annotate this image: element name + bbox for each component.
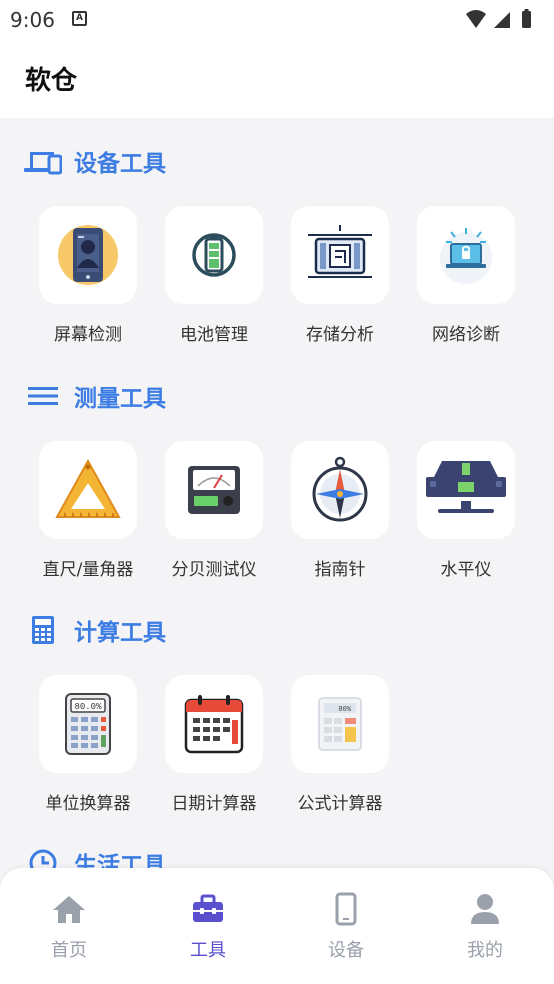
tool-label: 水平仪 xyxy=(440,560,492,580)
signal-icon xyxy=(494,12,510,28)
tool-icon-box[interactable] xyxy=(291,441,389,539)
formula-calculator-icon: 80% xyxy=(318,697,362,751)
tool-label: 直尺/量角器 xyxy=(42,560,134,580)
tool-label: 分贝测试仪 xyxy=(171,560,257,580)
decibel-meter-icon xyxy=(188,466,240,514)
tab-label: 我的 xyxy=(467,940,503,961)
section-title: 测量工具 xyxy=(74,386,166,412)
network-laptop-icon xyxy=(440,228,492,284)
phone-icon xyxy=(335,892,357,926)
ruler-triangle-icon xyxy=(55,458,121,518)
notification-icon: A xyxy=(72,11,87,26)
tool-decibel[interactable]: 分贝测试仪 xyxy=(154,441,274,580)
system-status-icons xyxy=(466,9,531,28)
section-header: 测量工具 xyxy=(24,379,166,413)
home-icon xyxy=(53,896,85,923)
storage-chip-icon xyxy=(308,225,372,278)
tool-formula-calculator[interactable]: 80% 公式计算器 xyxy=(280,675,400,814)
tool-icon-box[interactable] xyxy=(39,206,137,304)
section-title: 生活工具 xyxy=(74,853,166,868)
tool-icon-box[interactable]: 80% xyxy=(291,675,389,773)
tab-tools[interactable]: 工具 xyxy=(158,892,258,962)
tool-label: 公式计算器 xyxy=(297,794,383,814)
page-title: 软仓 xyxy=(25,66,78,96)
tool-level[interactable]: 水平仪 xyxy=(406,441,526,580)
unit-calculator-icon: 80.0% xyxy=(65,693,111,755)
tool-icon-box[interactable] xyxy=(291,206,389,304)
battery-icon xyxy=(192,233,236,277)
calculator-icon xyxy=(32,616,54,644)
calc-display: 80% xyxy=(338,706,351,714)
tool-label: 存储分析 xyxy=(306,325,374,345)
section-title: 设备工具 xyxy=(74,151,166,177)
tool-label: 日期计算器 xyxy=(171,794,257,814)
tab-label: 首页 xyxy=(51,940,87,961)
tool-icon-box[interactable] xyxy=(165,441,263,539)
bottom-tab-bar: 首页 工具 设备 我的 xyxy=(0,868,554,984)
tab-label: 设备 xyxy=(328,940,364,961)
tool-label: 电池管理 xyxy=(180,325,248,345)
tool-label: 网络诊断 xyxy=(432,325,500,345)
tool-storage[interactable]: 存储分析 xyxy=(280,206,400,345)
tool-network[interactable]: 网络诊断 xyxy=(406,206,526,345)
tool-ruler[interactable]: 直尺/量角器 xyxy=(28,441,148,580)
battery-status-icon xyxy=(522,11,531,28)
tool-icon-box[interactable] xyxy=(417,441,515,539)
tool-icon-box[interactable]: 80.0% xyxy=(39,675,137,773)
tool-icon-box[interactable] xyxy=(417,206,515,304)
phone-screen-icon xyxy=(58,225,118,285)
devices-icon xyxy=(24,152,62,175)
toolbox-icon xyxy=(193,894,223,922)
tool-icon-box[interactable] xyxy=(39,441,137,539)
section-title: 计算工具 xyxy=(74,620,166,646)
tab-home[interactable]: 首页 xyxy=(19,892,119,962)
tab-mine[interactable]: 我的 xyxy=(435,892,535,962)
tool-icon-box[interactable] xyxy=(165,675,263,773)
tool-battery[interactable]: 电池管理 xyxy=(154,206,274,345)
section-header: 设备工具 xyxy=(24,144,166,178)
section-header: 计算工具 xyxy=(24,613,166,647)
wifi-icon xyxy=(466,10,486,28)
tool-compass[interactable]: 指南针 xyxy=(280,441,400,580)
tool-date-calculator[interactable]: 日期计算器 xyxy=(154,675,274,814)
tool-screen-test[interactable]: 屏幕检测 xyxy=(28,206,148,345)
calc-display: 80.0% xyxy=(74,702,102,712)
app-bar: 软仓 xyxy=(0,40,554,118)
status-bar: 9:06 A xyxy=(0,0,554,40)
tool-unit-converter[interactable]: 80.0% 单位换算器 xyxy=(28,675,148,814)
compass-icon xyxy=(312,456,368,522)
spirit-level-icon xyxy=(426,461,506,513)
clock-icon xyxy=(29,849,57,868)
tool-label: 屏幕检测 xyxy=(54,325,122,345)
status-time: 9:06 xyxy=(10,8,55,32)
list-lines-icon xyxy=(28,387,58,405)
calendar-icon xyxy=(184,695,244,754)
tab-label: 工具 xyxy=(190,940,226,961)
tools-content[interactable]: 设备工具 屏幕检测 电池管理 存储分析 网络诊断 测量工具 直尺/量角器 分贝测… xyxy=(0,118,554,868)
tool-label: 指南针 xyxy=(314,560,366,580)
user-icon xyxy=(471,894,499,924)
section-header: 生活工具 xyxy=(24,846,166,868)
tab-device[interactable]: 设备 xyxy=(296,892,396,962)
tool-icon-box[interactable] xyxy=(165,206,263,304)
tool-label: 单位换算器 xyxy=(45,794,131,814)
